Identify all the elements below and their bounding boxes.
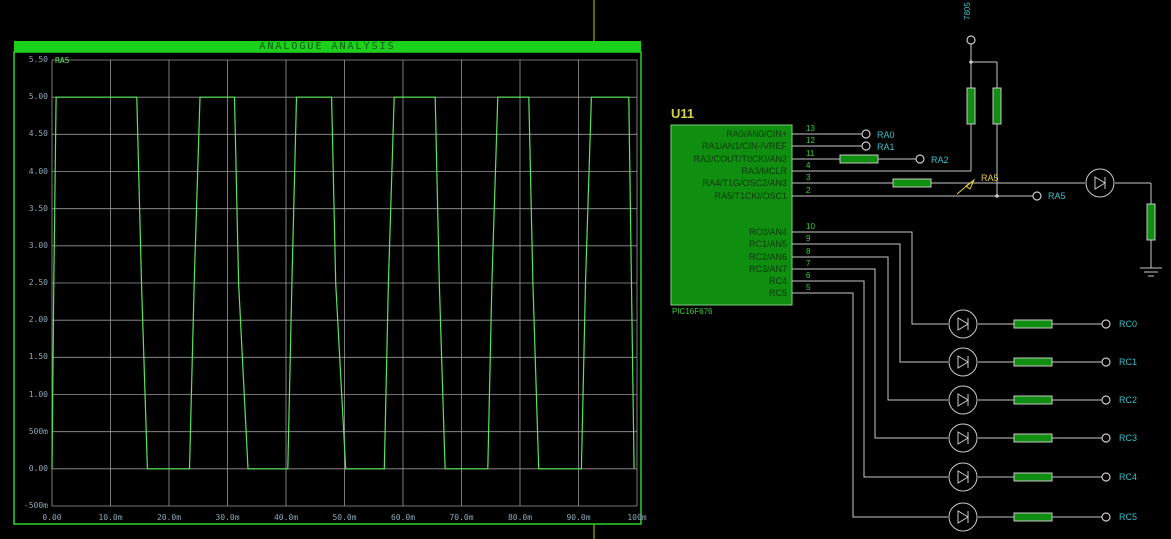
chip-pin-label: RA2/COUT/T0CKI/AN2 <box>693 154 787 164</box>
chip-pin-number: 8 <box>806 247 811 256</box>
y-tick-label: 5.50 <box>28 55 48 64</box>
chip-pin-label: RC1/AN5 <box>748 239 787 249</box>
chip-pin-number: 13 <box>806 124 815 133</box>
port-label-ra0: RA0 <box>877 130 895 140</box>
x-tick-label: 10.0m <box>98 513 123 522</box>
rc-led-group <box>948 309 978 532</box>
chip-pin-label: RC0/AN4 <box>748 227 787 237</box>
y-tick-label: 4.00 <box>28 166 48 176</box>
junction-dot <box>995 194 999 198</box>
chip-pin-number: 6 <box>806 271 811 280</box>
y-tick-label: 3.50 <box>28 203 48 213</box>
chip-pin-number: 7 <box>806 259 811 268</box>
y-tick-label: -500m <box>23 501 48 510</box>
chip-pin-label: RA4/T1G/OSC2/AN3 <box>702 178 787 188</box>
port-label-rc1: RC1 <box>1119 357 1138 367</box>
x-tick-label: 0.00 <box>42 513 62 522</box>
port-label-rc4: RC4 <box>1119 472 1138 482</box>
x-tick-label: 30.0m <box>215 513 240 522</box>
chip-pin-number: 3 <box>806 173 811 182</box>
chip-pin-number: 2 <box>806 186 811 195</box>
regulator-label: 7805 <box>963 2 972 20</box>
chip-pin-number: 4 <box>806 161 811 170</box>
y-tick-label: 4.50 <box>28 129 48 139</box>
led-ra4[interactable] <box>1085 168 1115 198</box>
led-rc1[interactable] <box>948 347 978 377</box>
x-tick-label: 50.0m <box>332 513 357 522</box>
graph-title-bar[interactable]: ANALOGUE ANALYSIS <box>14 41 641 52</box>
chip-pin-label: RA1/AN1/CIN-/VREF <box>701 141 787 151</box>
y-tick-label: 0.00 <box>28 463 48 473</box>
x-tick-label: 100m <box>627 513 647 522</box>
trace-legend-label[interactable]: RA5 <box>55 56 69 65</box>
terminals[interactable] <box>861 35 1111 522</box>
chip-pin-label: RA3/MCLR <box>741 166 787 176</box>
chip-pin-label: RC2/AN6 <box>748 252 787 262</box>
voltage-probe-icon[interactable] <box>956 178 976 195</box>
chip-pin-label: RC5 <box>768 288 787 298</box>
chip-pin-label: RA5/T1CKI/OSC1 <box>714 191 787 201</box>
chip-pin-number: 11 <box>806 149 815 158</box>
x-tick-label: 20.0m <box>156 513 182 522</box>
chip-pin-number: 10 <box>806 222 815 231</box>
port-label-ra5: RA5 <box>1048 191 1066 201</box>
port-label-rc5: RC5 <box>1119 512 1138 522</box>
y-tick-label: 1.50 <box>28 352 48 362</box>
chip-pin-label: RC4 <box>768 276 787 286</box>
probe-label: RA5 <box>981 173 999 183</box>
y-tick-label: 5.00 <box>28 92 48 102</box>
led-rc3[interactable] <box>948 423 978 453</box>
chip-pin-label: RA0/AN0/CIN+ <box>726 129 787 139</box>
chip-reference: U11 <box>671 106 695 121</box>
y-tick-label: 1.00 <box>28 389 48 399</box>
x-tick-label: 60.0m <box>390 513 416 522</box>
port-label-ra2: RA2 <box>931 155 949 165</box>
y-tick-label: 500m <box>28 426 48 436</box>
x-tick-label: 40.0m <box>273 513 299 522</box>
led-rc4[interactable] <box>948 462 978 492</box>
x-tick-label: 90.0m <box>566 513 591 522</box>
y-tick-label: 2.50 <box>28 278 48 287</box>
x-tick-label: 70.0m <box>449 513 474 522</box>
chip-pin-number: 12 <box>806 136 815 145</box>
chip-pin-number: 9 <box>806 234 811 243</box>
led-rc5[interactable] <box>948 502 978 532</box>
port-label-ra1: RA1 <box>877 142 895 152</box>
chip-pin-label: RC3/AN7 <box>748 264 787 274</box>
led-rc0[interactable] <box>948 309 978 339</box>
chip-part-number: PIC16F676 <box>672 307 713 316</box>
x-tick-label: 80.0m <box>507 513 533 522</box>
port-label-rc3: RC3 <box>1119 433 1138 443</box>
port-label-rc0: RC0 <box>1119 319 1138 329</box>
schematic-canvas[interactable] <box>0 0 1171 539</box>
y-tick-label: 2.00 <box>28 315 48 325</box>
y-tick-label: 3.00 <box>28 240 48 250</box>
chip-pin-number: 5 <box>806 283 811 292</box>
ground-icon <box>1140 267 1162 277</box>
led-rc2[interactable] <box>948 385 978 415</box>
port-label-rc2: RC2 <box>1119 395 1138 405</box>
graph-panel[interactable] <box>13 51 642 525</box>
junction-dot <box>969 60 973 64</box>
